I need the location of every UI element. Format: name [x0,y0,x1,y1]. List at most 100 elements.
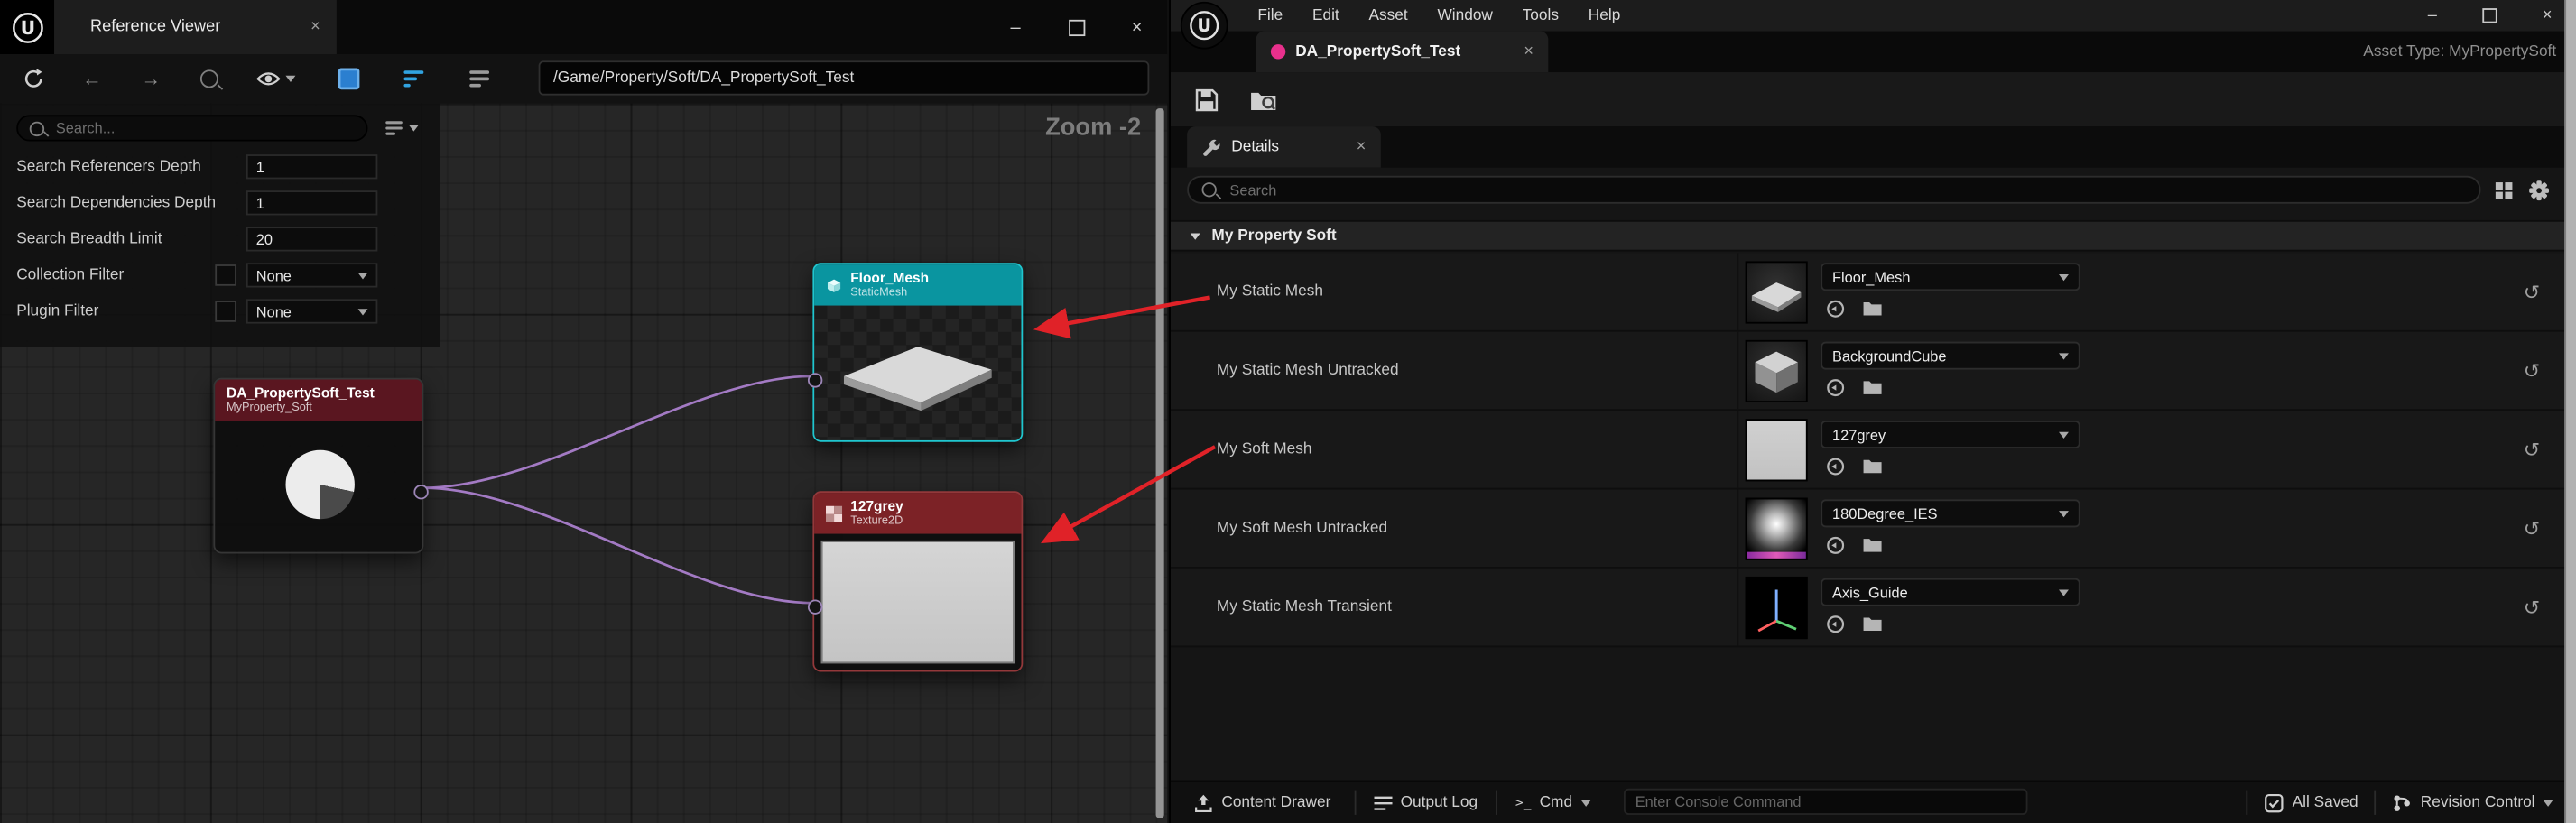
browse-to-icon[interactable] [1862,534,1884,556]
category-my-property-soft[interactable]: My Property Soft [1171,220,2576,252]
browse-to-icon[interactable] [1862,455,1884,476]
details-tab[interactable]: Details × [1187,126,1381,168]
close-icon[interactable]: × [310,18,320,36]
node-da-propertysoft-test[interactable]: DA_PropertySoft_Test MyProperty_Soft [213,378,423,554]
filters-button[interactable] [403,70,423,87]
save-status-button[interactable]: All Saved [2265,782,2358,823]
chevron-down-icon [2059,589,2069,596]
screenshot-root: Reference Viewer × – × ← → [0,0,2576,823]
collection-filter-select[interactable]: None [246,263,378,287]
reset-to-default-icon[interactable]: ↺ [2524,359,2540,382]
details-search-input[interactable] [1227,180,2466,199]
asset-select[interactable]: 180Degree_IES [1821,499,2080,527]
browse-to-icon[interactable] [1862,297,1884,319]
use-selected-icon[interactable] [1824,376,1846,398]
chevron-down-icon [286,76,296,82]
display-settings-button[interactable] [2494,180,2514,200]
asset-thumbnail[interactable] [1746,419,1808,481]
reset-to-default-icon[interactable]: ↺ [2524,517,2540,540]
column-splitter[interactable] [1737,253,1739,330]
asset-thumbnail[interactable] [1746,498,1808,560]
tab-title: DA_PropertySoft_Test [1295,42,1460,60]
menu-window[interactable]: Window [1422,6,1507,24]
settings-button[interactable] [2528,180,2550,201]
details-search-box[interactable] [1187,176,2480,204]
save-button[interactable] [1193,87,1219,113]
input-pin[interactable] [808,373,822,387]
minimize-button[interactable]: – [2404,0,2461,32]
cmd-selector[interactable]: >_ Cmd [1515,782,1590,823]
use-selected-icon[interactable] [1824,534,1846,556]
search-filter-button[interactable] [385,120,419,136]
node-title: Floor_Mesh [850,270,929,286]
close-icon[interactable]: × [1357,138,1367,156]
asset-thumbnail[interactable] [1746,261,1808,323]
wrench-icon [1202,137,1222,157]
menu-file[interactable]: File [1243,6,1298,24]
breadth-limit-input[interactable] [246,227,378,251]
menu-help[interactable]: Help [1573,6,1635,24]
reset-to-default-icon[interactable]: ↺ [2524,280,2540,302]
node-127grey[interactable]: 127grey Texture2D [812,491,1023,671]
column-splitter[interactable] [1737,489,1739,567]
forward-button[interactable]: → [141,68,161,90]
browse-to-icon[interactable] [1862,376,1884,398]
revision-control-button[interactable]: Revision Control [2393,782,2553,823]
asset-thumbnail[interactable] [1746,340,1808,402]
asset-select[interactable]: BackgroundCube [1821,342,2080,370]
maximize-button[interactable] [1046,0,1107,54]
reference-viewer-tab[interactable]: Reference Viewer × [54,0,337,54]
visibility-button[interactable] [256,70,296,87]
close-button[interactable]: × [1107,0,1167,54]
browse-to-icon[interactable] [1862,613,1884,634]
graph-search-box[interactable] [16,115,367,141]
column-splitter[interactable] [1737,332,1739,410]
asset-path-field[interactable]: /Game/Property/Soft/DA_PropertySoft_Test [539,60,1150,95]
save-icon [1193,87,1219,113]
menu-edit[interactable]: Edit [1298,6,1355,24]
window-scrollbar[interactable] [2564,0,2576,823]
reset-to-default-icon[interactable]: ↺ [2524,438,2540,460]
use-selected-icon[interactable] [1824,455,1846,476]
refresh-button[interactable] [23,69,44,90]
axis-guide-thumbnail [1747,578,1805,638]
maximize-button[interactable] [2461,0,2519,32]
reference-graph[interactable]: Search Referencers Depth Search Dependen… [0,104,1167,823]
referencers-depth-input[interactable] [246,154,378,179]
plugin-filter-select[interactable]: None [246,299,378,323]
asset-tab[interactable]: DA_PropertySoft_Test × [1256,32,1549,73]
asset-toolbar [1171,72,2576,128]
use-selected-icon[interactable] [1824,613,1846,634]
graph-scrollbar[interactable] [1156,108,1164,818]
close-icon[interactable]: × [1524,42,1534,60]
find-in-graph-button[interactable] [200,69,218,88]
menu-asset[interactable]: Asset [1354,6,1422,24]
asset-select[interactable]: 127grey [1821,421,2080,448]
back-button[interactable]: ← [82,68,102,90]
asset-select[interactable]: Floor_Mesh [1821,263,2080,291]
graph-search-input[interactable] [52,118,355,138]
collection-filter-checkbox[interactable] [215,264,236,286]
show-duplicates-button[interactable] [338,69,360,90]
plugin-filter-checkbox[interactable] [215,301,236,322]
plugin-filter-value: None [256,303,358,319]
minimize-button[interactable]: – [985,0,1045,54]
dependencies-depth-input[interactable] [246,190,378,215]
output-log-button[interactable]: Output Log [1375,782,1478,823]
asset-thumbnail[interactable] [1746,577,1808,639]
edit-filters-button[interactable] [469,70,489,87]
browse-to-asset-button[interactable] [1249,88,1277,110]
column-splitter[interactable] [1737,411,1739,488]
reset-to-default-icon[interactable]: ↺ [2524,596,2540,618]
input-pin[interactable] [808,599,822,614]
asset-select[interactable]: Axis_Guide [1821,578,2080,606]
use-selected-icon[interactable] [1824,297,1846,319]
content-drawer-icon [1193,792,1213,812]
node-floor-mesh[interactable]: Floor_Mesh StaticMesh [812,263,1023,441]
console-command-input[interactable] [1624,789,2027,815]
output-pin[interactable] [413,485,428,499]
menu-tools[interactable]: Tools [1507,6,1573,24]
column-splitter[interactable] [1737,569,1739,646]
chevron-down-icon [2059,510,2069,516]
content-drawer-button[interactable]: Content Drawer [1193,782,1330,823]
